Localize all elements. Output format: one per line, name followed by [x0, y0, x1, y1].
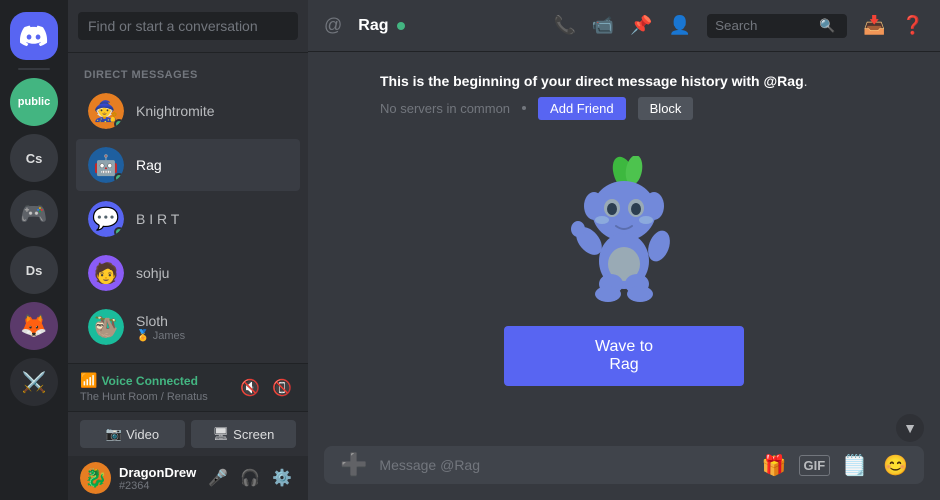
avatar-knightromite: 🧙: [88, 93, 124, 129]
user-tag: #2364: [119, 480, 196, 492]
gif-button[interactable]: GIF: [799, 455, 831, 476]
dm-name-birt: B I R T: [136, 211, 288, 227]
server-icon-ds[interactable]: Ds: [10, 246, 58, 294]
user-bar: 🐉 DragonDrew #2364 🎤 🎧 ⚙️: [68, 456, 308, 500]
gift-button[interactable]: 🎁: [758, 449, 791, 482]
video-icon: 📷: [106, 426, 122, 442]
server-icon-avatar1[interactable]: 🦊: [10, 302, 58, 350]
dm-item-rag[interactable]: 🤖 Rag ✕: [76, 139, 300, 191]
beginning-text: This is the beginning of your direct mes…: [380, 73, 868, 89]
pin-button[interactable]: 📌: [630, 15, 652, 36]
video-button[interactable]: 📷 Video: [80, 420, 185, 448]
user-bar-actions: 🎤 🎧 ⚙️: [204, 464, 296, 492]
user-name: DragonDrew: [119, 465, 196, 480]
server-icon-avatar2[interactable]: ⚔️: [10, 358, 58, 406]
server-icon-public[interactable]: public: [10, 78, 58, 126]
add-friend-header-button[interactable]: 👤: [669, 15, 691, 36]
header-actions: 📞 📹 📌 👤 🔍 📥 ❓: [553, 14, 924, 38]
dm-name-sohju: sohju: [136, 265, 288, 281]
video-call-button[interactable]: 📹: [592, 15, 614, 36]
help-button[interactable]: ❓: [902, 15, 924, 36]
avatar-rag: 🤖: [88, 147, 124, 183]
dm-name-rag: Rag: [136, 157, 288, 173]
block-button[interactable]: Block: [638, 97, 694, 120]
no-servers-row: No servers in common Add Friend Block: [380, 97, 868, 120]
scroll-down-button[interactable]: ▼: [896, 414, 924, 442]
add-friend-button[interactable]: Add Friend: [538, 97, 626, 120]
headset-button[interactable]: 🎧: [236, 464, 264, 492]
chat-input-actions: 🎁 GIF 🗒️ 😊: [758, 449, 912, 482]
user-info: DragonDrew #2364: [119, 465, 196, 492]
chat-input-area: ➕ 🎁 GIF 🗒️ 😊: [308, 446, 940, 500]
add-attachment-button[interactable]: ➕: [336, 448, 371, 482]
dm-item-sohju[interactable]: 🧑 sohju ✕: [76, 247, 300, 299]
chat-search-input[interactable]: [715, 18, 815, 33]
call-button[interactable]: 📞: [553, 15, 575, 36]
wave-button[interactable]: Wave to Rag: [504, 326, 744, 386]
media-buttons-area: 📷 Video 🖥 Screen: [68, 411, 308, 456]
server-sidebar: public Cs 🎮 Ds 🦊 ⚔️: [0, 0, 68, 500]
at-sign: @: [324, 15, 342, 36]
server-icon-game1[interactable]: 🎮: [10, 190, 58, 238]
mute-button[interactable]: 🎤: [204, 464, 232, 492]
dm-name-sloth: Sloth: [136, 313, 288, 329]
recipient-online-badge: [397, 22, 405, 30]
mascot-area: Wave to Rag: [504, 156, 744, 386]
avatar-birt: 💬: [88, 201, 124, 237]
voice-title: 📶 Voice Connected: [80, 372, 208, 389]
server-icon-cs[interactable]: Cs: [10, 134, 58, 182]
online-indicator: [114, 119, 124, 129]
voice-disconnect-button[interactable]: 📵: [268, 374, 296, 402]
avatar-sloth: 🦥: [88, 309, 124, 345]
separator-dot: [522, 106, 526, 110]
dm-list: DIRECT MESSAGES 🧙 Knightromite ✕ 🤖 Rag ✕…: [68, 53, 308, 363]
online-indicator-birt: [114, 227, 124, 237]
settings-button[interactable]: ⚙️: [268, 464, 296, 492]
main-chat: @ Rag 📞 📹 📌 👤 🔍 📥 ❓ This is the beginnin…: [308, 0, 940, 500]
user-avatar: 🐉: [80, 462, 111, 494]
discord-home-button[interactable]: [10, 12, 58, 60]
avatar-sohju: 🧑: [88, 255, 124, 291]
search-icon: 🔍: [819, 18, 835, 34]
screen-icon: 🖥: [213, 426, 230, 442]
voice-location: The Hunt Room / Renatus: [80, 391, 208, 403]
wumpus-mascot: [564, 156, 684, 306]
dm-sub-sloth: 🏅 James: [136, 329, 288, 342]
server-divider: [18, 68, 50, 70]
sticker-button[interactable]: 🗒️: [838, 449, 871, 482]
dm-name-knightromite: Knightromite: [136, 103, 288, 119]
chat-beginning: This is the beginning of your direct mes…: [308, 57, 940, 136]
dm-item-knightromite[interactable]: 🧙 Knightromite ✕: [76, 85, 300, 137]
dm-sidebar: DIRECT MESSAGES 🧙 Knightromite ✕ 🤖 Rag ✕…: [68, 0, 308, 500]
voice-connected-bar: 📶 Voice Connected The Hunt Room / Renatu…: [68, 363, 308, 411]
inbox-button[interactable]: 📥: [863, 15, 885, 36]
voice-mute-button[interactable]: 🔇: [236, 374, 264, 402]
chat-search-area: 🔍: [707, 14, 847, 38]
dm-item-brage[interactable]: 📱 Brage ✕: [76, 355, 300, 363]
online-indicator-rag: [114, 173, 124, 183]
dm-section-header: DIRECT MESSAGES: [68, 61, 308, 85]
emoji-button[interactable]: 😊: [879, 449, 912, 482]
screen-button[interactable]: 🖥 Screen: [191, 420, 296, 448]
message-input[interactable]: [371, 446, 757, 484]
chat-input-wrapper: ➕ 🎁 GIF 🗒️ 😊: [324, 446, 924, 484]
dm-item-sloth[interactable]: 🦥 Sloth 🏅 James ✕: [76, 301, 300, 353]
chat-header: @ Rag 📞 📹 📌 👤 🔍 📥 ❓: [308, 0, 940, 52]
search-input[interactable]: [78, 12, 298, 40]
scroll-to-present: ▼: [308, 410, 940, 446]
dm-item-birt[interactable]: 💬 B I R T ✕: [76, 193, 300, 245]
dm-search-area: [68, 0, 308, 53]
chat-body: This is the beginning of your direct mes…: [308, 52, 940, 410]
chat-recipient-name: Rag: [358, 17, 404, 35]
